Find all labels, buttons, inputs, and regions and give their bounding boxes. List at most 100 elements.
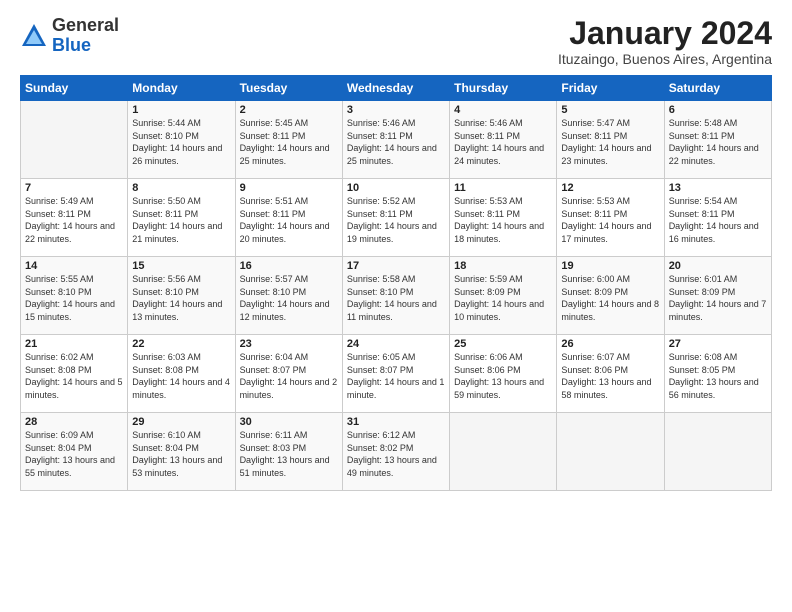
day-number: 21: [25, 338, 123, 350]
calendar-cell: 27Sunrise: 6:08 AMSunset: 8:05 PMDayligh…: [664, 335, 771, 413]
calendar-cell: 31Sunrise: 6:12 AMSunset: 8:02 PMDayligh…: [342, 413, 449, 491]
calendar-page: General Blue January 2024 Ituzaingo, Bue…: [0, 0, 792, 612]
day-number: 16: [240, 260, 338, 272]
weekday-header: Sunday: [21, 76, 128, 101]
calendar-cell: 13Sunrise: 5:54 AMSunset: 8:11 PMDayligh…: [664, 179, 771, 257]
calendar-cell: 17Sunrise: 5:58 AMSunset: 8:10 PMDayligh…: [342, 257, 449, 335]
day-number: 5: [561, 104, 659, 116]
title-block: January 2024 Ituzaingo, Buenos Aires, Ar…: [558, 16, 772, 67]
calendar-cell: 1Sunrise: 5:44 AMSunset: 8:10 PMDaylight…: [128, 101, 235, 179]
header: General Blue January 2024 Ituzaingo, Bue…: [20, 16, 772, 67]
day-info: Sunrise: 5:47 AMSunset: 8:11 PMDaylight:…: [561, 117, 659, 167]
day-info: Sunrise: 5:59 AMSunset: 8:09 PMDaylight:…: [454, 273, 552, 323]
calendar-cell: 5Sunrise: 5:47 AMSunset: 8:11 PMDaylight…: [557, 101, 664, 179]
day-number: 20: [669, 260, 767, 272]
day-number: 22: [132, 338, 230, 350]
day-info: Sunrise: 5:58 AMSunset: 8:10 PMDaylight:…: [347, 273, 445, 323]
day-info: Sunrise: 5:44 AMSunset: 8:10 PMDaylight:…: [132, 117, 230, 167]
day-info: Sunrise: 5:53 AMSunset: 8:11 PMDaylight:…: [561, 195, 659, 245]
weekday-header: Monday: [128, 76, 235, 101]
day-number: 28: [25, 416, 123, 428]
calendar-cell: 28Sunrise: 6:09 AMSunset: 8:04 PMDayligh…: [21, 413, 128, 491]
day-info: Sunrise: 6:00 AMSunset: 8:09 PMDaylight:…: [561, 273, 659, 323]
day-number: 7: [25, 182, 123, 194]
day-number: 27: [669, 338, 767, 350]
day-info: Sunrise: 5:45 AMSunset: 8:11 PMDaylight:…: [240, 117, 338, 167]
day-number: 14: [25, 260, 123, 272]
day-info: Sunrise: 6:10 AMSunset: 8:04 PMDaylight:…: [132, 429, 230, 479]
day-info: Sunrise: 5:56 AMSunset: 8:10 PMDaylight:…: [132, 273, 230, 323]
day-info: Sunrise: 5:57 AMSunset: 8:10 PMDaylight:…: [240, 273, 338, 323]
logo-icon: [20, 22, 48, 50]
day-number: 30: [240, 416, 338, 428]
calendar-week-row: 7Sunrise: 5:49 AMSunset: 8:11 PMDaylight…: [21, 179, 772, 257]
calendar-cell: 6Sunrise: 5:48 AMSunset: 8:11 PMDaylight…: [664, 101, 771, 179]
day-info: Sunrise: 5:46 AMSunset: 8:11 PMDaylight:…: [454, 117, 552, 167]
day-info: Sunrise: 5:54 AMSunset: 8:11 PMDaylight:…: [669, 195, 767, 245]
calendar-cell: 11Sunrise: 5:53 AMSunset: 8:11 PMDayligh…: [450, 179, 557, 257]
calendar-cell: 16Sunrise: 5:57 AMSunset: 8:10 PMDayligh…: [235, 257, 342, 335]
calendar-cell: [557, 413, 664, 491]
day-number: 3: [347, 104, 445, 116]
day-info: Sunrise: 5:48 AMSunset: 8:11 PMDaylight:…: [669, 117, 767, 167]
calendar-table: SundayMondayTuesdayWednesdayThursdayFrid…: [20, 75, 772, 491]
day-info: Sunrise: 6:05 AMSunset: 8:07 PMDaylight:…: [347, 351, 445, 401]
calendar-cell: 4Sunrise: 5:46 AMSunset: 8:11 PMDaylight…: [450, 101, 557, 179]
day-number: 15: [132, 260, 230, 272]
calendar-cell: 26Sunrise: 6:07 AMSunset: 8:06 PMDayligh…: [557, 335, 664, 413]
day-info: Sunrise: 6:02 AMSunset: 8:08 PMDaylight:…: [25, 351, 123, 401]
calendar-cell: 18Sunrise: 5:59 AMSunset: 8:09 PMDayligh…: [450, 257, 557, 335]
day-info: Sunrise: 6:04 AMSunset: 8:07 PMDaylight:…: [240, 351, 338, 401]
calendar-cell: 15Sunrise: 5:56 AMSunset: 8:10 PMDayligh…: [128, 257, 235, 335]
day-number: 2: [240, 104, 338, 116]
calendar-week-row: 28Sunrise: 6:09 AMSunset: 8:04 PMDayligh…: [21, 413, 772, 491]
calendar-cell: 29Sunrise: 6:10 AMSunset: 8:04 PMDayligh…: [128, 413, 235, 491]
calendar-cell: 8Sunrise: 5:50 AMSunset: 8:11 PMDaylight…: [128, 179, 235, 257]
weekday-header: Saturday: [664, 76, 771, 101]
day-info: Sunrise: 5:52 AMSunset: 8:11 PMDaylight:…: [347, 195, 445, 245]
day-number: 18: [454, 260, 552, 272]
day-info: Sunrise: 5:53 AMSunset: 8:11 PMDaylight:…: [454, 195, 552, 245]
calendar-cell: 9Sunrise: 5:51 AMSunset: 8:11 PMDaylight…: [235, 179, 342, 257]
day-info: Sunrise: 5:46 AMSunset: 8:11 PMDaylight:…: [347, 117, 445, 167]
calendar-cell: 3Sunrise: 5:46 AMSunset: 8:11 PMDaylight…: [342, 101, 449, 179]
day-number: 19: [561, 260, 659, 272]
calendar-cell: 14Sunrise: 5:55 AMSunset: 8:10 PMDayligh…: [21, 257, 128, 335]
weekday-header: Friday: [557, 76, 664, 101]
calendar-cell: 24Sunrise: 6:05 AMSunset: 8:07 PMDayligh…: [342, 335, 449, 413]
weekday-header: Tuesday: [235, 76, 342, 101]
day-info: Sunrise: 5:50 AMSunset: 8:11 PMDaylight:…: [132, 195, 230, 245]
calendar-week-row: 14Sunrise: 5:55 AMSunset: 8:10 PMDayligh…: [21, 257, 772, 335]
day-number: 4: [454, 104, 552, 116]
calendar-week-row: 1Sunrise: 5:44 AMSunset: 8:10 PMDaylight…: [21, 101, 772, 179]
logo-text: General Blue: [52, 16, 119, 56]
day-number: 23: [240, 338, 338, 350]
day-number: 29: [132, 416, 230, 428]
day-info: Sunrise: 6:09 AMSunset: 8:04 PMDaylight:…: [25, 429, 123, 479]
calendar-cell: 10Sunrise: 5:52 AMSunset: 8:11 PMDayligh…: [342, 179, 449, 257]
day-number: 13: [669, 182, 767, 194]
month-title: January 2024: [558, 16, 772, 51]
location: Ituzaingo, Buenos Aires, Argentina: [558, 51, 772, 67]
logo: General Blue: [20, 16, 119, 56]
day-number: 6: [669, 104, 767, 116]
day-info: Sunrise: 6:11 AMSunset: 8:03 PMDaylight:…: [240, 429, 338, 479]
day-number: 12: [561, 182, 659, 194]
calendar-cell: 21Sunrise: 6:02 AMSunset: 8:08 PMDayligh…: [21, 335, 128, 413]
calendar-cell: 2Sunrise: 5:45 AMSunset: 8:11 PMDaylight…: [235, 101, 342, 179]
calendar-cell: 19Sunrise: 6:00 AMSunset: 8:09 PMDayligh…: [557, 257, 664, 335]
day-info: Sunrise: 5:55 AMSunset: 8:10 PMDaylight:…: [25, 273, 123, 323]
calendar-cell: 25Sunrise: 6:06 AMSunset: 8:06 PMDayligh…: [450, 335, 557, 413]
day-number: 11: [454, 182, 552, 194]
calendar-cell: 12Sunrise: 5:53 AMSunset: 8:11 PMDayligh…: [557, 179, 664, 257]
day-info: Sunrise: 6:06 AMSunset: 8:06 PMDaylight:…: [454, 351, 552, 401]
calendar-cell: 7Sunrise: 5:49 AMSunset: 8:11 PMDaylight…: [21, 179, 128, 257]
weekday-header: Wednesday: [342, 76, 449, 101]
day-number: 26: [561, 338, 659, 350]
calendar-cell: [450, 413, 557, 491]
calendar-cell: 30Sunrise: 6:11 AMSunset: 8:03 PMDayligh…: [235, 413, 342, 491]
day-number: 1: [132, 104, 230, 116]
day-number: 31: [347, 416, 445, 428]
calendar-cell: [664, 413, 771, 491]
calendar-cell: 20Sunrise: 6:01 AMSunset: 8:09 PMDayligh…: [664, 257, 771, 335]
